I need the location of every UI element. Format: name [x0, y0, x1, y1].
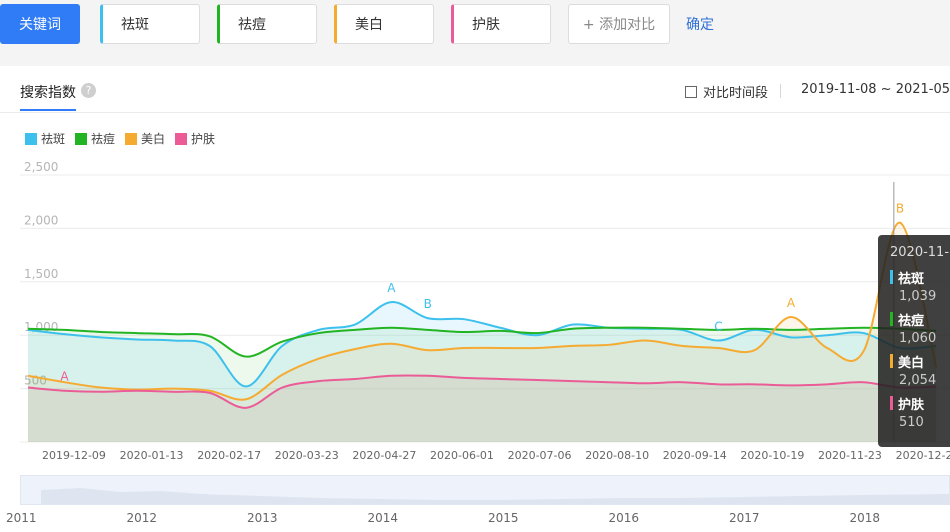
compare-label: 对比时间段 [703, 86, 769, 101]
legend-label: 护肤 [191, 132, 216, 146]
legend-swatch [25, 132, 37, 145]
legend-item[interactable]: 护肤 [175, 130, 215, 147]
tooltip-entry: 祛痘 1,060 [890, 310, 950, 346]
tooltip-series: 美白 [890, 352, 950, 371]
x-tick-label: 2020-02-17 [197, 449, 261, 462]
x-tick-label: 2020-10-19 [740, 449, 804, 462]
x-tick-label: 2020-04-27 [352, 449, 416, 462]
chart-tooltip: 2020-11- 祛斑 1,039 祛痘 1,060 美白 2,054 护肤 510 [878, 235, 950, 447]
x-tick-label: 2020-06-01 [430, 449, 494, 462]
event-annotation: A [387, 281, 396, 295]
confirm-link[interactable]: 确定 [686, 14, 714, 34]
tooltip-color-bar [890, 270, 893, 284]
event-annotation: A [787, 296, 796, 310]
keyword-tab-button[interactable]: 关键词 [0, 4, 80, 44]
tooltip-color-bar [890, 396, 893, 410]
tooltip-series-name: 祛斑 [898, 272, 925, 287]
x-tick-label: 2020-12-28 [896, 449, 950, 462]
navigator-year-label: 2013 [247, 511, 278, 525]
legend-item[interactable]: 美白 [125, 130, 165, 147]
search-index-chart[interactable]: 5001,0001,5002,0002,500AABCAB2019-12-092… [0, 160, 950, 470]
navigator-sparkline [41, 488, 949, 504]
navigator-year-label: 2011 [6, 511, 37, 525]
navigator-year-label: 2018 [849, 511, 881, 525]
x-tick-label: 2019-12-09 [42, 449, 106, 462]
event-annotation: C [714, 320, 722, 334]
tooltip-date: 2020-11- [890, 245, 950, 260]
legend-swatch [175, 132, 188, 145]
help-icon[interactable]: ? [81, 83, 96, 98]
compare-period-toggle[interactable]: 对比时间段 [685, 82, 768, 101]
tooltip-series-name: 美白 [898, 356, 925, 371]
y-tick-label: 2,500 [24, 160, 58, 174]
keyword-chip-3[interactable]: 美白 [334, 4, 434, 44]
y-tick-label: 2,000 [24, 213, 58, 227]
separator [780, 84, 781, 98]
legend-label: 祛痘 [91, 132, 116, 146]
event-annotation: A [60, 370, 69, 384]
tooltip-entry: 护肤 510 [890, 394, 950, 430]
y-tick-label: 1,500 [24, 267, 58, 281]
legend-item[interactable]: 祛痘 [75, 130, 115, 147]
time-navigator[interactable] [20, 475, 950, 505]
tooltip-series: 祛痘 [890, 310, 950, 329]
x-tick-label: 2020-07-06 [508, 449, 572, 462]
chart-legend: 祛斑 祛痘 美白 护肤 [25, 130, 225, 147]
legend-swatch [125, 132, 138, 145]
tooltip-color-bar [890, 354, 893, 368]
tooltip-entry: 美白 2,054 [890, 352, 950, 388]
tooltip-series-name: 祛痘 [898, 314, 925, 329]
compare-checkbox[interactable] [685, 85, 697, 98]
x-tick-label: 2020-03-23 [275, 449, 339, 462]
tooltip-series-value: 2,054 [899, 373, 937, 388]
navigator-year-label: 2014 [367, 511, 399, 525]
navigator-year-label: 2016 [608, 511, 640, 525]
x-tick-label: 2020-01-13 [120, 449, 184, 462]
keyword-chip-1[interactable]: 祛斑 [100, 4, 200, 44]
x-tick-label: 2020-11-23 [818, 449, 882, 462]
tooltip-series-value: 1,060 [899, 331, 937, 346]
keyword-chip-2[interactable]: 祛痘 [217, 4, 317, 44]
legend-swatch [75, 132, 88, 145]
legend-item[interactable]: 祛斑 [25, 130, 65, 147]
tooltip-series-value: 510 [899, 415, 924, 430]
navigator-year-label: 2015 [488, 511, 519, 525]
tooltip-color-bar [890, 312, 893, 326]
tooltip-entry: 祛斑 1,039 [890, 268, 950, 304]
navigator-year-label: 2017 [729, 511, 760, 525]
event-annotation: B [424, 297, 432, 311]
tooltip-series: 护肤 [890, 394, 950, 413]
tab-search-index[interactable]: 搜索指数 [20, 82, 76, 102]
tooltip-series-value: 1,039 [899, 289, 937, 304]
divider [0, 112, 950, 113]
legend-label: 祛斑 [41, 132, 66, 146]
tooltip-series-name: 护肤 [898, 398, 925, 413]
navigator-year-label: 2012 [126, 511, 158, 525]
legend-label: 美白 [141, 132, 166, 146]
x-tick-label: 2020-08-10 [585, 449, 649, 462]
tab-active-indicator [20, 109, 76, 111]
keyword-chip-4[interactable]: 护肤 [451, 4, 551, 44]
keyword-bar: 关键词 祛斑 祛痘 美白 护肤 + 添加对比 确定 [0, 0, 950, 66]
tooltip-series: 祛斑 [890, 268, 950, 287]
event-annotation: B [896, 202, 904, 216]
date-range-picker[interactable]: 2019-11-08 ~ 2021-05-28 [801, 82, 950, 97]
add-compare-button[interactable]: + 添加对比 [568, 4, 670, 44]
x-tick-label: 2020-09-14 [663, 449, 727, 462]
